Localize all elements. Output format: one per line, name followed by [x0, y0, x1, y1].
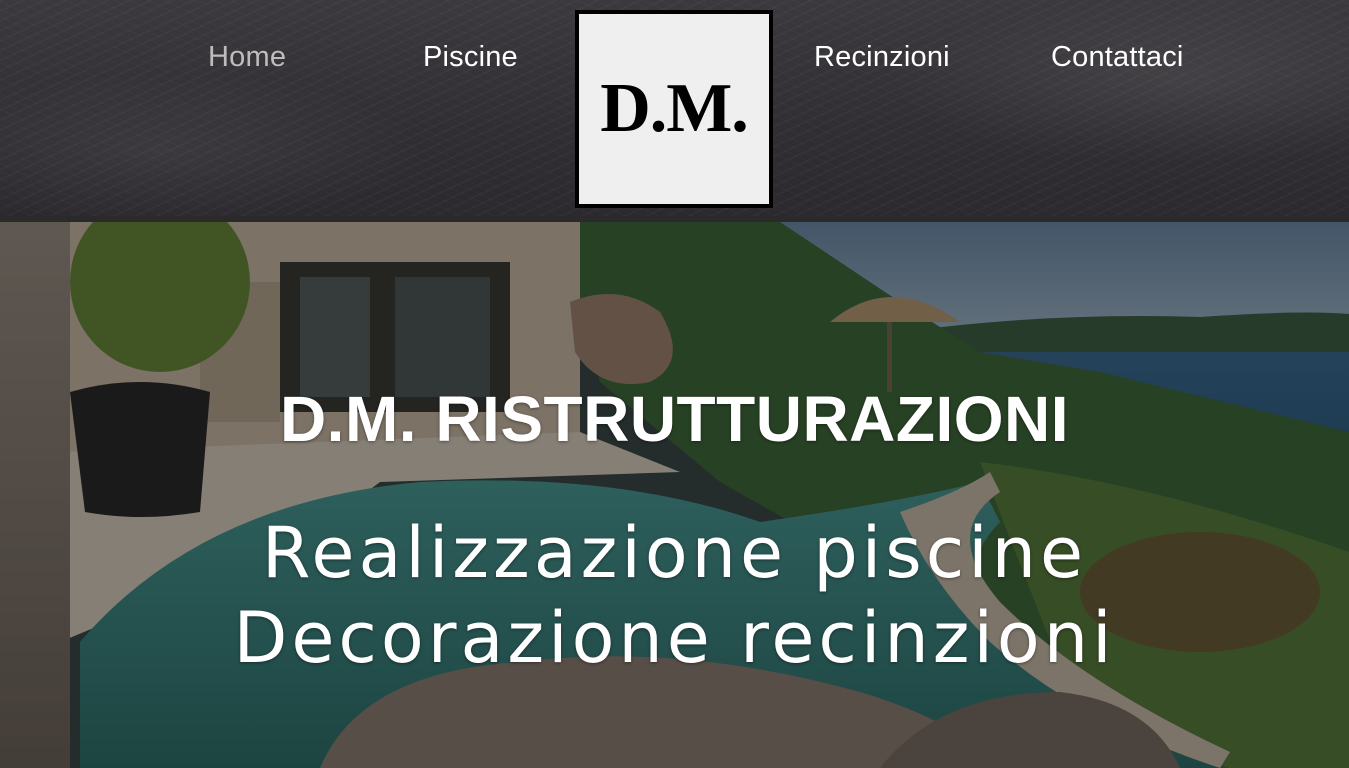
hero-title: D.M. RISTRUTTURAZIONI: [279, 383, 1070, 455]
nav-piscine-link[interactable]: Piscine: [423, 40, 518, 74]
nav-home-link[interactable]: Home: [208, 40, 286, 74]
hero-subtitle-line-2: Decorazione recinzioni: [233, 597, 1116, 679]
site-logo[interactable]: D.M.: [575, 10, 773, 208]
logo-text: D.M.: [600, 70, 749, 147]
hero-dark-overlay: [0, 222, 1349, 768]
nav-contattaci-link[interactable]: Contattaci: [1051, 40, 1184, 74]
nav-recinzioni-link[interactable]: Recinzioni: [814, 40, 950, 74]
hero-banner: D.M. RISTRUTTURAZIONI Realizzazione pisc…: [0, 222, 1349, 768]
site-header: Home Piscine D.M. Recinzioni Contattaci: [0, 0, 1349, 218]
hero-subtitle-line-1: Realizzazione piscine: [261, 512, 1088, 594]
